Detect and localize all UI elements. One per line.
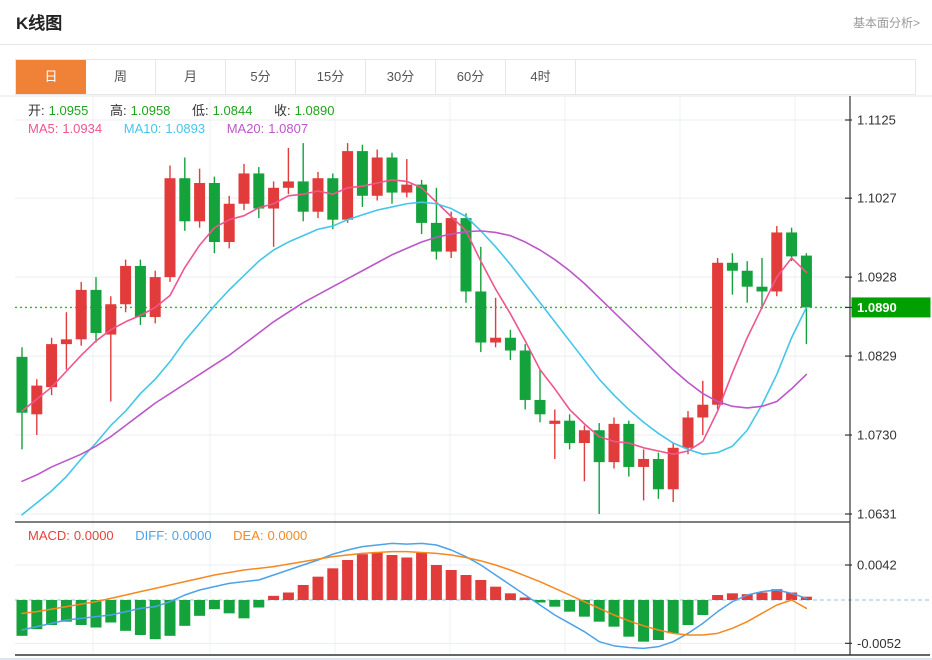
ma20-group: MA20: 1.0807 — [227, 121, 312, 136]
svg-text:1.0631: 1.0631 — [857, 506, 897, 521]
close-value: 1.0890 — [294, 103, 335, 118]
ma20-label: MA20: — [226, 121, 265, 136]
svg-text:1.1125: 1.1125 — [857, 113, 896, 128]
diff-value: 0.0000 — [171, 528, 212, 543]
svg-text:0.0042: 0.0042 — [857, 558, 897, 573]
ma5-value: 1.0934 — [62, 121, 103, 136]
high-group: 高: 1.0958 — [110, 103, 174, 118]
ma20-value: 1.0807 — [268, 121, 309, 136]
macd-label: MACD: — [28, 528, 70, 543]
svg-text:-0.0052: -0.0052 — [857, 636, 901, 651]
macd-group: MACD: 0.0000 — [28, 528, 118, 543]
high-label: 高: — [110, 103, 127, 118]
macd-value: 0.0000 — [73, 528, 114, 543]
kline-chart-canvas: 1.1125 1.1027 1.0928 1.0829 1.0730 1.0631 0.00… — [0, 95, 932, 660]
low-value: 1.0844 — [212, 103, 253, 118]
ma10-value: 1.0893 — [165, 121, 206, 136]
diff-group: DIFF: 0.0000 — [135, 528, 215, 543]
svg-text:1.0829: 1.0829 — [857, 349, 897, 364]
open-group: 开: 1.0955 — [28, 103, 92, 118]
low-label: 低: — [192, 103, 209, 118]
low-group: 低: 1.0844 — [192, 103, 256, 118]
ma5-group: MA5: 1.0934 — [28, 121, 106, 136]
open-label: 开: — [28, 103, 45, 118]
diff-label: DIFF: — [135, 528, 168, 543]
close-label: 收: — [274, 103, 291, 118]
kline-page: K线图 基本面分析> 日 周 月 5分 15分 30分 60分 4时 1.112… — [0, 0, 932, 660]
ma10-label: MA10: — [123, 121, 162, 136]
dea-group: DEA: 0.0000 — [233, 528, 311, 543]
macd-legend: MACD: 0.0000 DIFF: 0.0000 DEA: 0.0000 — [28, 528, 325, 543]
svg-text:1.1027: 1.1027 — [857, 191, 897, 206]
dea-label: DEA: — [233, 528, 264, 543]
dea-value: 0.0000 — [267, 528, 308, 543]
ma10-group: MA10: 1.0893 — [124, 121, 209, 136]
svg-text:1.0928: 1.0928 — [857, 270, 897, 285]
ohlc-legend: 开: 1.0955 高: 1.0958 低: 1.0844 收: 1.0890 — [28, 100, 352, 119]
svg-text:1.0890: 1.0890 — [857, 300, 897, 315]
close-group: 收: 1.0890 — [274, 103, 338, 118]
ma-legend: MA5: 1.0934 MA10: 1.0893 MA20: 1.0807 — [28, 121, 326, 136]
high-value: 1.0958 — [130, 103, 171, 118]
open-value: 1.0955 — [48, 103, 89, 118]
ma5-label: MA5: — [28, 121, 59, 136]
svg-text:1.0730: 1.0730 — [857, 428, 897, 443]
